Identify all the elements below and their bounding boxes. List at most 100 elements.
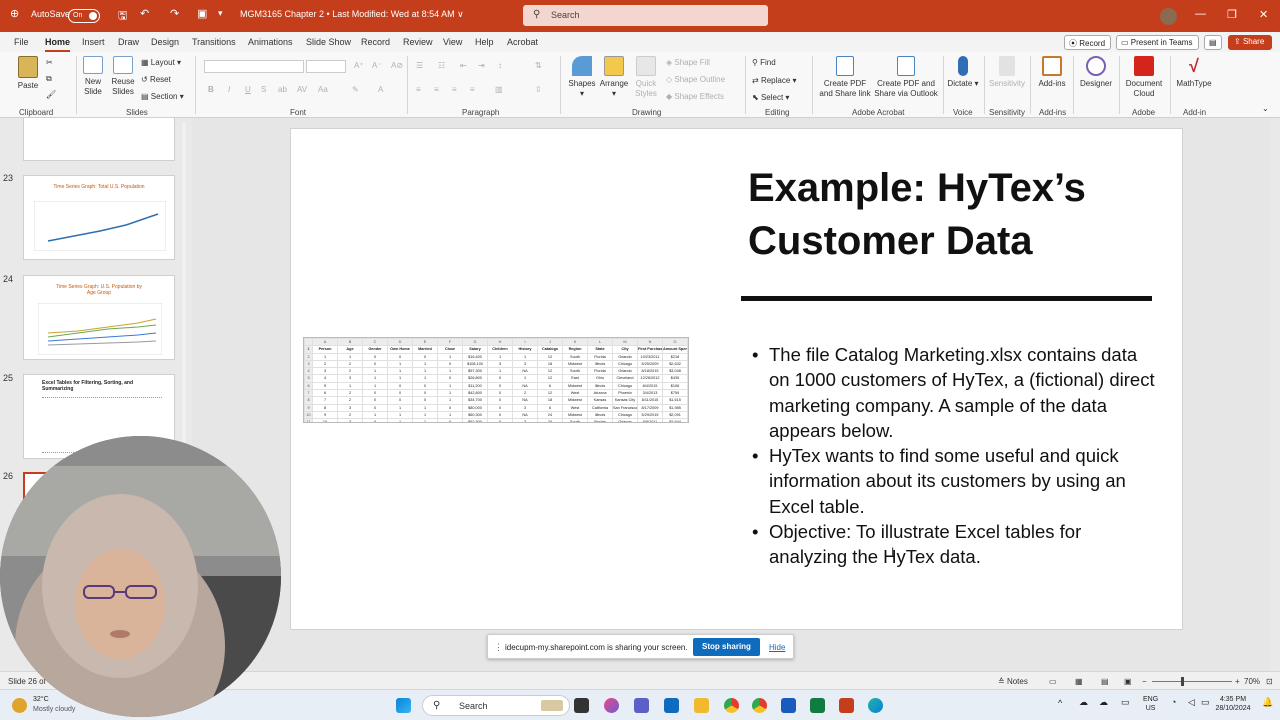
restore-icon[interactable]: ❐ xyxy=(1227,8,1237,21)
mathtype-button[interactable]: √ MathType xyxy=(1173,56,1215,89)
shape-effects-button[interactable]: ◆ Shape Effects xyxy=(666,92,724,101)
paste-button[interactable]: Paste xyxy=(14,56,42,91)
arrange-button[interactable]: Arrange ▾ xyxy=(598,56,630,99)
hide-link[interactable]: Hide xyxy=(769,643,785,652)
slide-thumbnail-24[interactable]: Time Series Graph: U.S. Population by Ag… xyxy=(23,275,175,360)
slide-sorter-icon[interactable]: ▦ xyxy=(1075,677,1083,686)
create-pdf-outlook-button[interactable]: Create PDF and Share via Outlook xyxy=(873,56,939,99)
highlight-icon[interactable]: ✎ xyxy=(352,85,359,94)
slide-thumbnail-22[interactable] xyxy=(23,118,175,161)
text-direction-icon[interactable]: ⇅ xyxy=(535,61,542,70)
drag-handle-icon[interactable]: ⋮ xyxy=(494,642,503,653)
decrease-indent-icon[interactable]: ⇤ xyxy=(460,61,467,70)
notifications-icon[interactable]: 🔔 xyxy=(1262,698,1273,707)
slide-thumbnail-23[interactable]: Time Series Graph: Total U.S. Population xyxy=(23,175,175,260)
task-view-icon[interactable] xyxy=(574,698,589,713)
columns-icon[interactable]: ▥ xyxy=(495,85,503,94)
character-spacing-icon[interactable]: AV xyxy=(297,85,307,94)
wifi-icon[interactable]: ◔ xyxy=(1171,698,1176,707)
document-title[interactable]: MGM3165 Chapter 2 • Last Modified: Wed a… xyxy=(240,9,464,20)
justify-icon[interactable]: ≡ xyxy=(470,85,475,94)
outlook-icon[interactable] xyxy=(664,698,679,713)
format-painter-icon[interactable]: 🖌 xyxy=(46,90,56,99)
bold-icon[interactable]: B xyxy=(208,85,214,94)
align-left-icon[interactable]: ≡ xyxy=(416,85,421,94)
minimize-icon[interactable]: — xyxy=(1195,8,1206,20)
increase-font-icon[interactable]: A⁺ xyxy=(354,61,364,70)
bullet-list[interactable]: The file Catalog Marketing.xlsx contains… xyxy=(752,342,1162,570)
copy-icon[interactable]: ⧉ xyxy=(46,74,52,84)
zoom-slider-thumb[interactable] xyxy=(1181,677,1184,686)
tab-view[interactable]: View xyxy=(443,37,462,47)
search-box[interactable]: ⚲ Search xyxy=(523,5,768,26)
designer-button[interactable]: Designer xyxy=(1077,56,1115,89)
spreadsheet-sample-image[interactable]: A B C D E F G H I J K L M N O 1 Person Age Gender Own Home M… xyxy=(303,337,689,423)
reset-button[interactable]: ↺ Reset xyxy=(141,75,171,84)
tab-insert[interactable]: Insert xyxy=(82,37,105,47)
powerpoint-icon[interactable] xyxy=(839,698,854,713)
strikethrough-icon[interactable]: S xyxy=(261,85,266,94)
tab-file[interactable]: File xyxy=(14,37,29,47)
tab-draw[interactable]: Draw xyxy=(118,37,139,47)
excel-icon[interactable] xyxy=(810,698,825,713)
taskbar-search[interactable]: ⚲ Search xyxy=(422,695,570,716)
clear-formatting-icon[interactable]: A⊘ xyxy=(391,61,403,70)
cut-icon[interactable]: ✂ xyxy=(46,58,53,67)
text-shadow-icon[interactable]: ab xyxy=(278,85,287,94)
align-center-icon[interactable]: ≡ xyxy=(434,85,439,94)
line-spacing-icon[interactable]: ↕ xyxy=(498,61,502,70)
zoom-out-icon[interactable]: − xyxy=(1142,677,1147,686)
share-button[interactable]: ⇪ Share xyxy=(1228,35,1272,50)
tab-help[interactable]: Help xyxy=(475,37,494,47)
weather-icon[interactable] xyxy=(12,698,27,713)
customize-toolbar-icon[interactable]: ▾ xyxy=(218,8,223,19)
teams-icon[interactable] xyxy=(634,698,649,713)
quick-styles-button[interactable]: Quick Styles xyxy=(632,56,660,99)
language-indicator[interactable]: ENG US xyxy=(1143,695,1158,713)
chrome-profile-icon[interactable] xyxy=(752,698,767,713)
numbering-icon[interactable]: ☷ xyxy=(438,61,445,70)
present-in-teams-button[interactable]: ▭ Present in Teams xyxy=(1116,35,1199,50)
select-button[interactable]: ⬉ Select ▾ xyxy=(752,93,789,102)
decrease-font-icon[interactable]: A⁻ xyxy=(372,61,382,70)
font-size-dropdown[interactable] xyxy=(306,60,346,73)
tab-record[interactable]: Record xyxy=(361,37,390,47)
tab-home[interactable]: Home xyxy=(45,37,71,52)
reading-view-icon[interactable]: ▤ xyxy=(1101,677,1109,686)
bullets-icon[interactable]: ☰ xyxy=(416,61,423,70)
zoom-slider[interactable] xyxy=(1152,681,1232,682)
italic-icon[interactable]: I xyxy=(228,85,230,94)
align-text-icon[interactable]: ⇳ xyxy=(535,85,542,94)
tab-animations[interactable]: Animations xyxy=(248,37,293,47)
slide-title[interactable]: Example: HyTex’s Customer Data xyxy=(748,162,1168,268)
chrome-icon[interactable] xyxy=(724,698,739,713)
file-explorer-icon[interactable] xyxy=(694,698,709,713)
sensitivity-button[interactable]: Sensitivity xyxy=(987,56,1027,89)
underline-icon[interactable]: U xyxy=(245,85,251,94)
section-button[interactable]: ▤ Section ▾ xyxy=(141,92,184,101)
shape-fill-button[interactable]: ◈ Shape Fill xyxy=(666,58,710,67)
zoom-level[interactable]: 70% xyxy=(1244,677,1260,686)
fit-to-window-icon[interactable]: ⊡ xyxy=(1266,677,1273,686)
onedrive-icon[interactable]: ☁ xyxy=(1079,698,1088,707)
cloud-icon[interactable]: ☁ xyxy=(1099,698,1108,707)
stop-sharing-button[interactable]: Stop sharing xyxy=(693,638,760,656)
record-button[interactable]: ⦿ Record xyxy=(1064,35,1111,50)
user-avatar[interactable] xyxy=(1160,8,1177,25)
dictate-button[interactable]: Dictate ▾ xyxy=(947,56,979,89)
find-button[interactable]: ⚲ Find xyxy=(752,58,776,67)
tab-design[interactable]: Design xyxy=(151,37,179,47)
normal-view-icon[interactable]: ▭ xyxy=(1049,677,1057,686)
document-cloud-button[interactable]: Document Cloud xyxy=(1122,56,1166,99)
tab-transitions[interactable]: Transitions xyxy=(192,37,236,47)
redo-icon[interactable]: ↷ xyxy=(170,7,179,20)
reuse-slides-button[interactable]: Reuse Slides xyxy=(110,56,136,97)
copilot-icon[interactable] xyxy=(604,698,619,713)
tab-acrobat[interactable]: Acrobat xyxy=(507,37,538,47)
change-case-icon[interactable]: Aa xyxy=(318,85,328,94)
zoom-in-icon[interactable]: + xyxy=(1235,677,1240,686)
tab-review[interactable]: Review xyxy=(403,37,433,47)
notes-button[interactable]: ≙ Notes xyxy=(998,677,1028,686)
comments-icon[interactable]: ▤ xyxy=(1204,35,1222,50)
layout-button[interactable]: ▦ Layout ▾ xyxy=(141,58,181,67)
